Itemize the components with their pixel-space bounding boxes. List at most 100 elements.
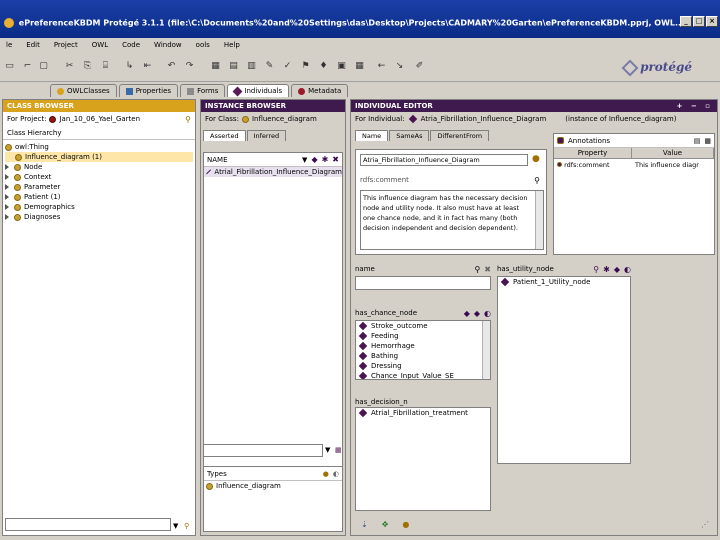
menu-owl[interactable]: OWL [92, 41, 108, 49]
reasoner-icon[interactable]: ♦ [318, 61, 329, 72]
name-search-icon[interactable]: ⚲ [474, 265, 480, 274]
tab-inferred[interactable]: Inferred [246, 130, 287, 141]
menu-help[interactable]: Help [224, 41, 240, 49]
find-icon[interactable]: ▦ [210, 61, 221, 72]
comment-search-icon[interactable]: ⚲ [534, 176, 540, 186]
left-arrow-icon[interactable]: ← [376, 61, 387, 72]
undo-icon[interactable]: ↶ [166, 61, 177, 72]
chance-node-item[interactable]: Dressing [356, 361, 490, 371]
value-column-header[interactable]: Value [632, 148, 714, 158]
utility-remove-icon[interactable]: ◐ [624, 265, 631, 274]
comment-scrollbar[interactable] [535, 191, 543, 249]
tab-forms[interactable]: Forms [180, 84, 226, 97]
tree-icon[interactable]: ✥ [382, 520, 389, 529]
name-delete-icon[interactable]: ✖ [484, 265, 491, 274]
annotation-row[interactable]: rdfs:comment This influence diagr [554, 159, 714, 170]
pointer-icon[interactable]: ↘ [394, 61, 405, 72]
menu-edit[interactable]: Edit [26, 41, 40, 49]
name-field[interactable]: Atria_Fibrillation_Influence_Diagram [360, 154, 528, 166]
search-dropdown-icon[interactable]: ▼ [173, 522, 178, 530]
editor-window-controls-icon[interactable]: + − ▫ [677, 102, 713, 110]
classify-icon[interactable]: ⚑ [300, 61, 311, 72]
tree-item-context[interactable]: Context [5, 172, 193, 182]
add-type-icon[interactable]: ● [323, 470, 329, 478]
cut-icon[interactable]: ✂ [64, 61, 75, 72]
table-icon[interactable]: ▦ [354, 61, 365, 72]
menu-code[interactable]: Code [122, 41, 140, 49]
expand-icon[interactable]: ▤ [228, 61, 239, 72]
wizard-icon[interactable]: ✎ [264, 61, 275, 72]
menu-window[interactable]: Window [154, 41, 182, 49]
sort-dropdown-icon[interactable]: ▼ [302, 156, 307, 164]
expand-arrow-icon[interactable] [5, 184, 9, 190]
annotate-icon[interactable]: ● [402, 520, 409, 529]
grid-icon[interactable]: ▣ [336, 61, 347, 72]
back-icon[interactable]: ↳ [124, 61, 135, 72]
utility-add-icon[interactable]: ✱ [603, 265, 610, 274]
chance-add-icon[interactable]: ◆ [474, 309, 480, 318]
instance-search-field[interactable] [203, 444, 323, 457]
class-search-field[interactable] [5, 518, 171, 531]
tab-metadata[interactable]: Metadata [291, 84, 349, 97]
property-column-header[interactable]: Property [554, 148, 632, 158]
expand-arrow-icon[interactable] [5, 164, 9, 170]
menu-tools[interactable]: ools [196, 41, 210, 49]
instance-search-find-icon[interactable]: ▦ [335, 446, 342, 454]
chance-create-icon[interactable]: ◆ [464, 309, 470, 318]
tree-item-owl-thing[interactable]: owl:Thing [5, 142, 193, 152]
class-search-icon[interactable]: ⚲ [185, 115, 191, 124]
tab-asserted[interactable]: Asserted [203, 130, 246, 141]
add-instance-icon[interactable]: ✱ [322, 155, 329, 164]
close-button[interactable]: × [706, 16, 718, 27]
paste-icon[interactable]: ⌸ [100, 61, 111, 72]
instance-item[interactable]: Atrial_Fibrillation_Influence_Diagram [204, 167, 342, 177]
resize-grip-icon[interactable]: ⋰ [701, 520, 709, 529]
collapse-icon[interactable]: ▥ [246, 61, 257, 72]
tree-item-diagnoses[interactable]: Diagnoses [5, 212, 193, 222]
decision-node-item[interactable]: Atrial_Fibrillation_treatment [356, 408, 490, 418]
expand-arrow-icon[interactable] [5, 194, 9, 200]
remove-type-icon[interactable]: ◐ [333, 470, 339, 478]
tree-item-parameter[interactable]: Parameter [5, 182, 193, 192]
pen-icon[interactable]: ✐ [414, 61, 425, 72]
utility-search-icon[interactable]: ⚲ [593, 265, 599, 274]
export-icon[interactable]: ⇣ [361, 520, 368, 529]
chance-node-item[interactable]: Chance_Input_Value_SE [356, 371, 490, 379]
copy-icon[interactable]: ⎘ [82, 61, 93, 72]
instance-search-dropdown-icon[interactable]: ▼ [325, 446, 330, 454]
tab-differentfrom[interactable]: DifferentFrom [430, 130, 490, 141]
chance-node-item[interactable]: Hemorrhage [356, 341, 490, 351]
test-icon[interactable]: ✓ [282, 61, 293, 72]
maximize-button[interactable]: □ [693, 16, 705, 27]
utility-node-item[interactable]: Patient_1_Utility_node [498, 277, 630, 287]
comment-textarea[interactable]: This influence diagram has the necessary… [360, 190, 544, 250]
tree-item-demographics[interactable]: Demographics [5, 202, 193, 212]
save-project-icon[interactable]: ▢ [38, 61, 49, 72]
new-project-icon[interactable]: ▭ [4, 61, 15, 72]
tab-sameas[interactable]: SameAs [389, 130, 430, 141]
forward-icon[interactable]: ⇤ [142, 61, 153, 72]
chance-scrollbar[interactable] [482, 321, 490, 379]
redo-icon[interactable]: ↷ [184, 61, 195, 72]
expand-arrow-icon[interactable] [5, 204, 9, 210]
chance-remove-icon[interactable]: ◐ [484, 309, 491, 318]
expand-arrow-icon[interactable] [5, 214, 9, 220]
menu-project[interactable]: Project [54, 41, 78, 49]
menu-file[interactable]: le [6, 41, 12, 49]
create-instance-icon[interactable]: ◆ [311, 155, 317, 164]
edit-annotation-icon[interactable]: ▦ [704, 137, 711, 145]
name-edit-icon[interactable]: ● [532, 154, 540, 164]
type-item[interactable]: Influence_diagram [204, 481, 342, 491]
tree-item-node[interactable]: Node [5, 162, 193, 172]
tab-name[interactable]: Name [355, 130, 389, 141]
search-find-icon[interactable]: ⚲ [184, 522, 189, 530]
chance-node-item[interactable]: Stroke_outcome [356, 321, 490, 331]
tree-item-influence-diagram[interactable]: Influence_diagram (1) [5, 152, 193, 162]
delete-instance-icon[interactable]: ✖ [332, 155, 339, 164]
utility-create-icon[interactable]: ◆ [614, 265, 620, 274]
tree-item-patient[interactable]: Patient (1) [5, 192, 193, 202]
chance-node-item[interactable]: Bathing [356, 351, 490, 361]
tab-owlclasses[interactable]: OWLClasses [50, 84, 117, 97]
tab-properties[interactable]: Properties [118, 84, 179, 97]
open-project-icon[interactable]: ⌐ [22, 61, 33, 72]
